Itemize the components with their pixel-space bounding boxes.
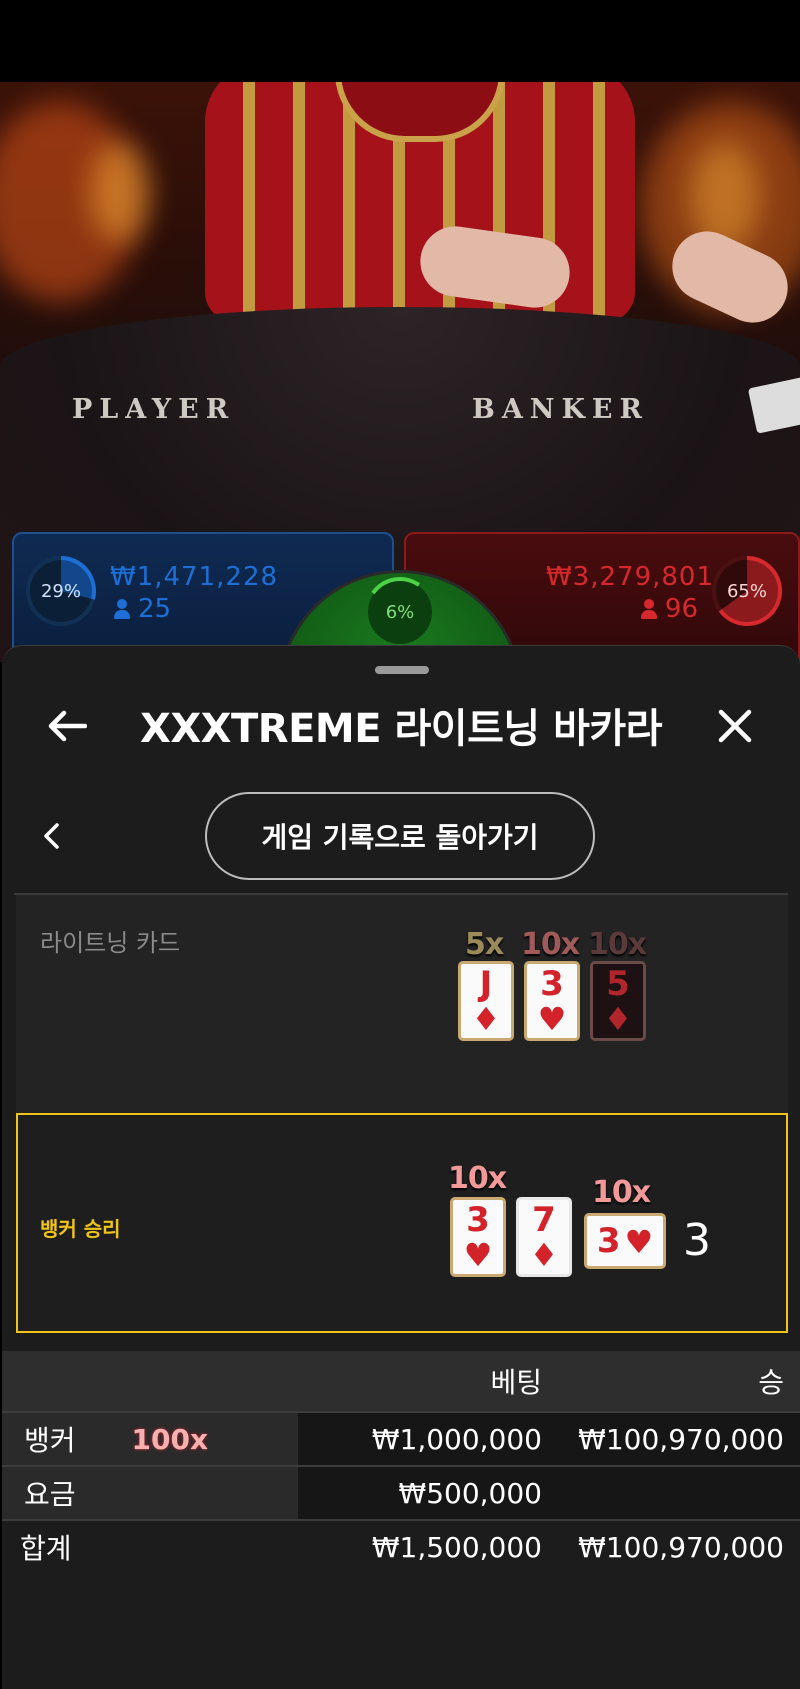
row-label-cell: 뱅커 100x [2, 1413, 298, 1465]
person-icon [640, 599, 657, 619]
payout-table: 베팅 승 뱅커 100x ₩1,000,000 ₩100,970,000 요금 … [2, 1351, 800, 1575]
bet-value: ₩1,000,000 [371, 1422, 542, 1456]
playing-card: 3 ♥ [524, 961, 580, 1041]
lightning-cards-label: 라이트닝 카드 [40, 929, 181, 957]
banker-percent: 65% [726, 580, 767, 602]
playing-card: J ♦ [458, 961, 514, 1041]
player-bet-amount: ₩1,471,228 [110, 562, 279, 592]
table-header-row: 베팅 승 [2, 1351, 800, 1413]
total-win-value: ₩100,970,000 [578, 1530, 784, 1564]
diamond-suit-icon: ♦ [529, 1236, 559, 1274]
card-rank: J [479, 964, 493, 1004]
player-count-value: 25 [138, 594, 172, 624]
status-bar [0, 0, 800, 82]
chevron-left-icon[interactable] [32, 816, 72, 856]
row-label-cell: 요금 [2, 1467, 298, 1519]
row-multiplier: 100x [131, 1422, 209, 1456]
row-label: 요금 [24, 1478, 76, 1511]
card-rank: 7 [532, 1200, 556, 1240]
multiplier-label: 10x [592, 1175, 651, 1210]
tie-percent: 6% [385, 601, 415, 623]
banker-score: 3 [683, 1215, 711, 1266]
card-rank: 5 [606, 964, 630, 1004]
player-percent: 29% [40, 580, 81, 602]
diamond-suit-icon: ♦ [471, 1000, 501, 1038]
multiplier-label: 10x [588, 927, 647, 962]
heart-suit-icon: ♥ [537, 1000, 567, 1038]
total-label: 합계 [20, 1532, 72, 1565]
table-row: 뱅커 100x ₩1,000,000 ₩100,970,000 [2, 1413, 800, 1467]
table-total-row: 합계 ₩1,500,000 ₩100,970,000 [2, 1521, 800, 1575]
player-percent-ring: 29% [26, 556, 96, 626]
card-rank: 3 [540, 964, 564, 1004]
back-to-history-button[interactable]: 게임 기록으로 돌아가기 [205, 792, 595, 880]
arrow-left-icon[interactable] [42, 701, 92, 751]
heart-suit-icon: ♥ [463, 1236, 493, 1274]
bet-column-header: 베팅 [490, 1366, 542, 1399]
row-label: 뱅커 [24, 1424, 76, 1457]
banker-count-value: 96 [664, 594, 698, 624]
card-rank: 3 [466, 1200, 490, 1240]
multiplier-label: 5x [465, 927, 504, 962]
multiplier-label: 10x [448, 1161, 507, 1196]
tie-percent-ring: 6% [368, 580, 432, 644]
playing-card: 5 ♦ [590, 961, 646, 1041]
playing-card-sideways: 3 ♥ [584, 1213, 666, 1269]
banker-bet-amount: ₩3,279,801 [545, 562, 714, 592]
banker-percent-ring: 65% [712, 556, 782, 626]
banker-bettor-count: 96 [640, 594, 698, 624]
win-value: ₩100,970,000 [578, 1422, 784, 1456]
bet-value: ₩500,000 [398, 1476, 542, 1510]
sheet-grabber[interactable] [375, 666, 429, 674]
result-label: 뱅커 승리 [40, 1217, 121, 1241]
playing-card: 3 ♥ [450, 1197, 506, 1277]
win-column-header: 승 [758, 1366, 784, 1399]
close-icon[interactable] [710, 701, 760, 751]
diamond-suit-icon: ♦ [603, 1000, 633, 1038]
card-rank: 3 [596, 1221, 621, 1261]
banker-area-label: BANKER [472, 394, 649, 425]
playing-card: 7 ♦ [516, 1197, 572, 1277]
player-area-label: PLAYER [72, 394, 236, 425]
sheet-title: XXXTREME 라이트닝 바카라 [139, 706, 663, 752]
game-detail-sheet: XXXTREME 라이트닝 바카라 게임 기록으로 돌아가기 라이트닝 카드 5… [2, 645, 800, 1689]
result-section: 뱅커 승리 10x 10x 3 ♥ 7 ♦ 3 ♥ 3 [16, 1113, 788, 1333]
multiplier-label: 10x [521, 927, 580, 962]
total-bet-value: ₩1,500,000 [371, 1530, 542, 1564]
lightning-cards-section: 라이트닝 카드 5x 10x 10x J ♦ 3 ♥ 5 ♦ [16, 895, 788, 1113]
heart-suit-icon: ♥ [624, 1223, 654, 1261]
table-row: 요금 ₩500,000 [2, 1467, 800, 1521]
win-value [562, 1467, 784, 1519]
person-icon [114, 599, 130, 619]
player-bettor-count: 25 [114, 594, 171, 624]
